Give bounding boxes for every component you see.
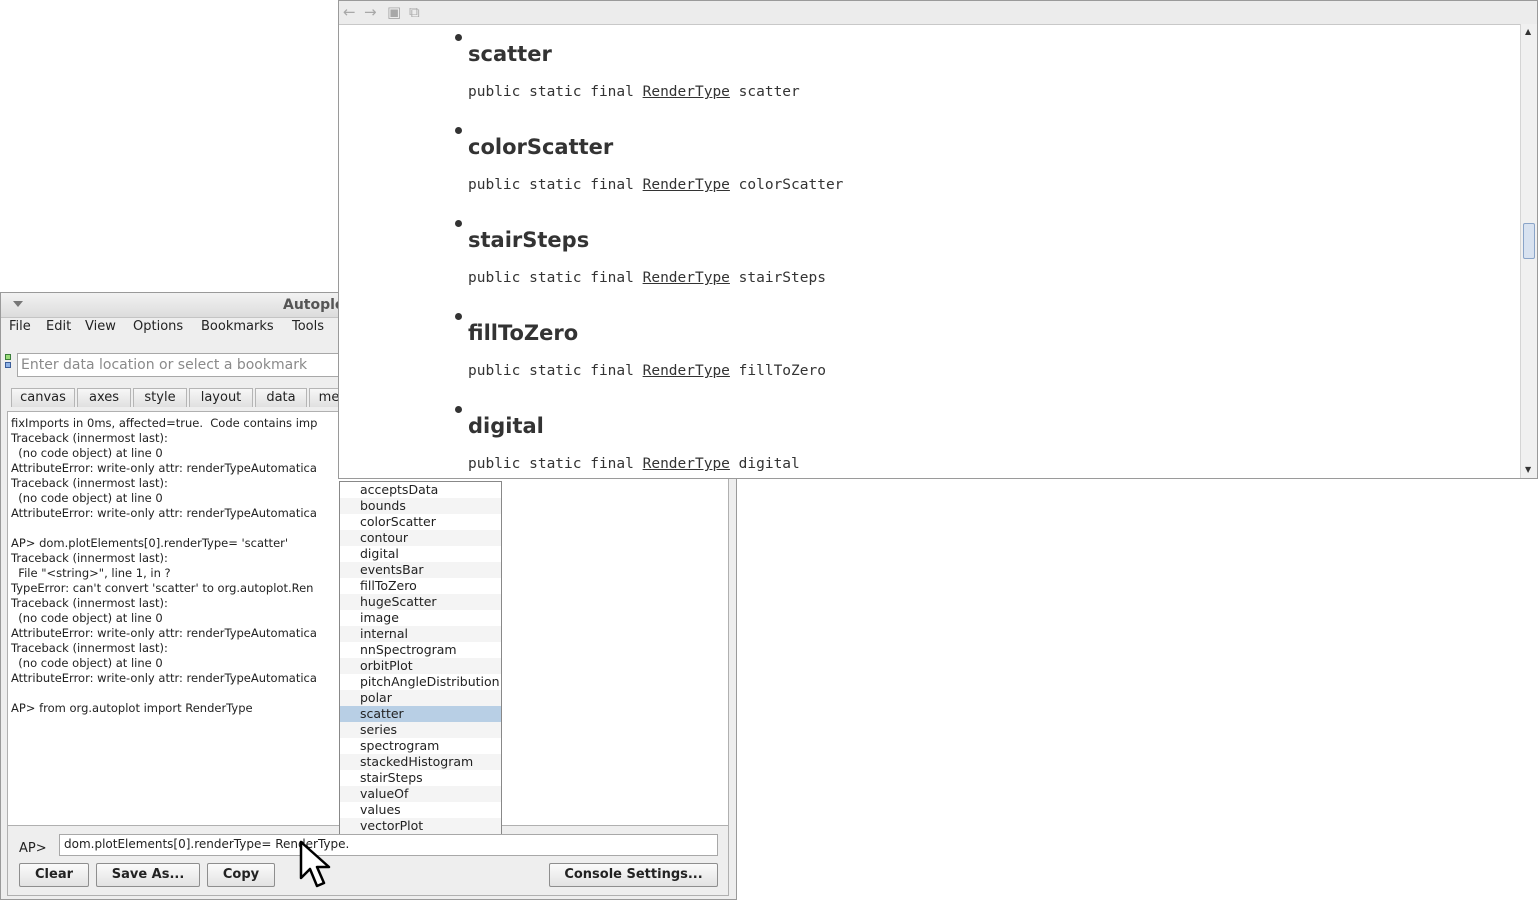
completion-option-selected[interactable]: scatter <box>340 706 501 722</box>
data-location-input[interactable]: Enter data location or select a bookmark <box>17 353 357 377</box>
tab-layout[interactable]: layout <box>189 388 253 407</box>
help-toolbar: ← → ▣ ⧉ <box>339 1 1537 25</box>
rendertype-link[interactable]: RenderType <box>643 84 730 100</box>
completion-option[interactable]: orbitPlot <box>340 658 501 674</box>
completion-option[interactable]: fillToZero <box>340 578 501 594</box>
status-indicator-icon <box>5 354 11 371</box>
field-signature: public static final RenderType digital <box>468 456 800 472</box>
rendertype-link[interactable]: RenderType <box>643 363 730 379</box>
field-name: stairSteps <box>468 228 590 252</box>
completion-option[interactable]: eventsBar <box>340 562 501 578</box>
menu-tools[interactable]: Tools <box>292 319 324 334</box>
completion-option[interactable]: polar <box>340 690 501 706</box>
field-name: digital <box>468 414 544 438</box>
scroll-down-arrow-icon[interactable]: ▼ <box>1525 465 1531 474</box>
help-scrollbar[interactable]: ▲ ▼ <box>1520 24 1537 478</box>
completion-option[interactable]: spectrogram <box>340 738 501 754</box>
window-copy-icon[interactable]: ⧉ <box>409 5 420 20</box>
browser-icon[interactable]: ▣ <box>387 5 401 20</box>
field-signature: public static final RenderType scatter <box>468 84 800 100</box>
tab-data[interactable]: data <box>255 388 307 407</box>
console-line: AttributeError: write-only attr: renderT… <box>11 506 317 520</box>
tab-axes[interactable]: axes <box>77 388 131 407</box>
help-content[interactable]: scatter public static final RenderType s… <box>340 24 1521 478</box>
bullet-icon <box>455 220 462 227</box>
copy-button[interactable]: Copy <box>207 863 275 887</box>
menu-file[interactable]: File <box>9 319 31 334</box>
completion-option[interactable]: contour <box>340 530 501 546</box>
console-command-panel: AP> dom.plotElements[0].renderType= Rend… <box>7 826 729 896</box>
field-signature: public static final RenderType fillToZer… <box>468 363 826 379</box>
console-line: (no code object) at line 0 <box>11 611 163 625</box>
bullet-icon <box>455 313 462 320</box>
console-line: Traceback (innermost last): <box>11 476 168 490</box>
bullet-icon <box>455 127 462 134</box>
field-name: scatter <box>468 42 552 66</box>
console-line: AttributeError: write-only attr: renderT… <box>11 626 317 640</box>
completion-option[interactable]: internal <box>340 626 501 642</box>
console-line: (no code object) at line 0 <box>11 491 163 505</box>
completion-option[interactable]: values <box>340 802 501 818</box>
back-arrow-icon[interactable]: ← <box>343 5 356 20</box>
completion-option[interactable]: digital <box>340 546 501 562</box>
command-input[interactable]: dom.plotElements[0].renderType= RenderTy… <box>59 834 718 856</box>
completion-option[interactable]: vectorPlot <box>340 818 501 834</box>
command-prompt-label: AP> <box>19 841 47 856</box>
menu-edit[interactable]: Edit <box>46 319 71 334</box>
field-signature: public static final RenderType colorScat… <box>468 177 844 193</box>
tab-canvas[interactable]: canvas <box>11 388 75 407</box>
completion-option[interactable]: pitchAngleDistribution <box>340 674 501 690</box>
menu-options[interactable]: Options <box>133 319 183 334</box>
console-line: AP> from org.autoplot import RenderType <box>11 701 253 715</box>
console-line: Traceback (innermost last): <box>11 431 168 445</box>
bullet-icon <box>455 34 462 41</box>
completion-option[interactable]: series <box>340 722 501 738</box>
console-line: File "<string>", line 1, in ? <box>11 566 171 580</box>
save-as-button[interactable]: Save As... <box>96 863 200 887</box>
scroll-up-arrow-icon[interactable]: ▲ <box>1525 27 1531 36</box>
help-window: ← → ▣ ⧉ scatter public static final Rend… <box>338 0 1538 479</box>
console-settings-button[interactable]: Console Settings... <box>549 863 718 887</box>
field-signature: public static final RenderType stairStep… <box>468 270 826 286</box>
completion-popup: acceptsData bounds colorScatter contour … <box>339 481 502 834</box>
tab-style[interactable]: style <box>133 388 187 407</box>
console-line: Traceback (innermost last): <box>11 596 168 610</box>
completion-option[interactable]: hugeScatter <box>340 594 501 610</box>
console-line: TypeError: can't convert 'scatter' to or… <box>11 581 314 595</box>
completion-option[interactable]: colorScatter <box>340 514 501 530</box>
clear-button[interactable]: Clear <box>19 863 89 887</box>
rendertype-link[interactable]: RenderType <box>643 456 730 472</box>
field-name: fillToZero <box>468 321 579 345</box>
mouse-cursor-icon <box>299 840 331 888</box>
window-menu-triangle-icon[interactable] <box>13 301 23 307</box>
console-line: (no code object) at line 0 <box>11 656 163 670</box>
completion-option[interactable]: valueOf <box>340 786 501 802</box>
menu-view[interactable]: View <box>85 319 116 334</box>
completion-option[interactable]: acceptsData <box>340 482 501 498</box>
console-line: AttributeError: write-only attr: renderT… <box>11 461 317 475</box>
completion-option[interactable]: bounds <box>340 498 501 514</box>
console-line: Traceback (innermost last): <box>11 551 168 565</box>
scrollbar-thumb[interactable] <box>1523 223 1535 259</box>
console-line: (no code object) at line 0 <box>11 446 163 460</box>
bullet-icon <box>455 406 462 413</box>
console-line: AP> dom.plotElements[0].renderType= 'sca… <box>11 536 289 550</box>
rendertype-link[interactable]: RenderType <box>643 270 730 286</box>
rendertype-link[interactable]: RenderType <box>643 177 730 193</box>
menu-bookmarks[interactable]: Bookmarks <box>201 319 274 334</box>
console-line: fixImports in 0ms, affected=true. Code c… <box>11 416 318 430</box>
console-line: AttributeError: write-only attr: renderT… <box>11 671 317 685</box>
completion-option[interactable]: stackedHistogram <box>340 754 501 770</box>
field-name: colorScatter <box>468 135 614 159</box>
completion-option[interactable]: image <box>340 610 501 626</box>
forward-arrow-icon[interactable]: → <box>364 5 377 20</box>
completion-option[interactable]: stairSteps <box>340 770 501 786</box>
console-line: Traceback (innermost last): <box>11 641 168 655</box>
completion-option[interactable]: nnSpectrogram <box>340 642 501 658</box>
